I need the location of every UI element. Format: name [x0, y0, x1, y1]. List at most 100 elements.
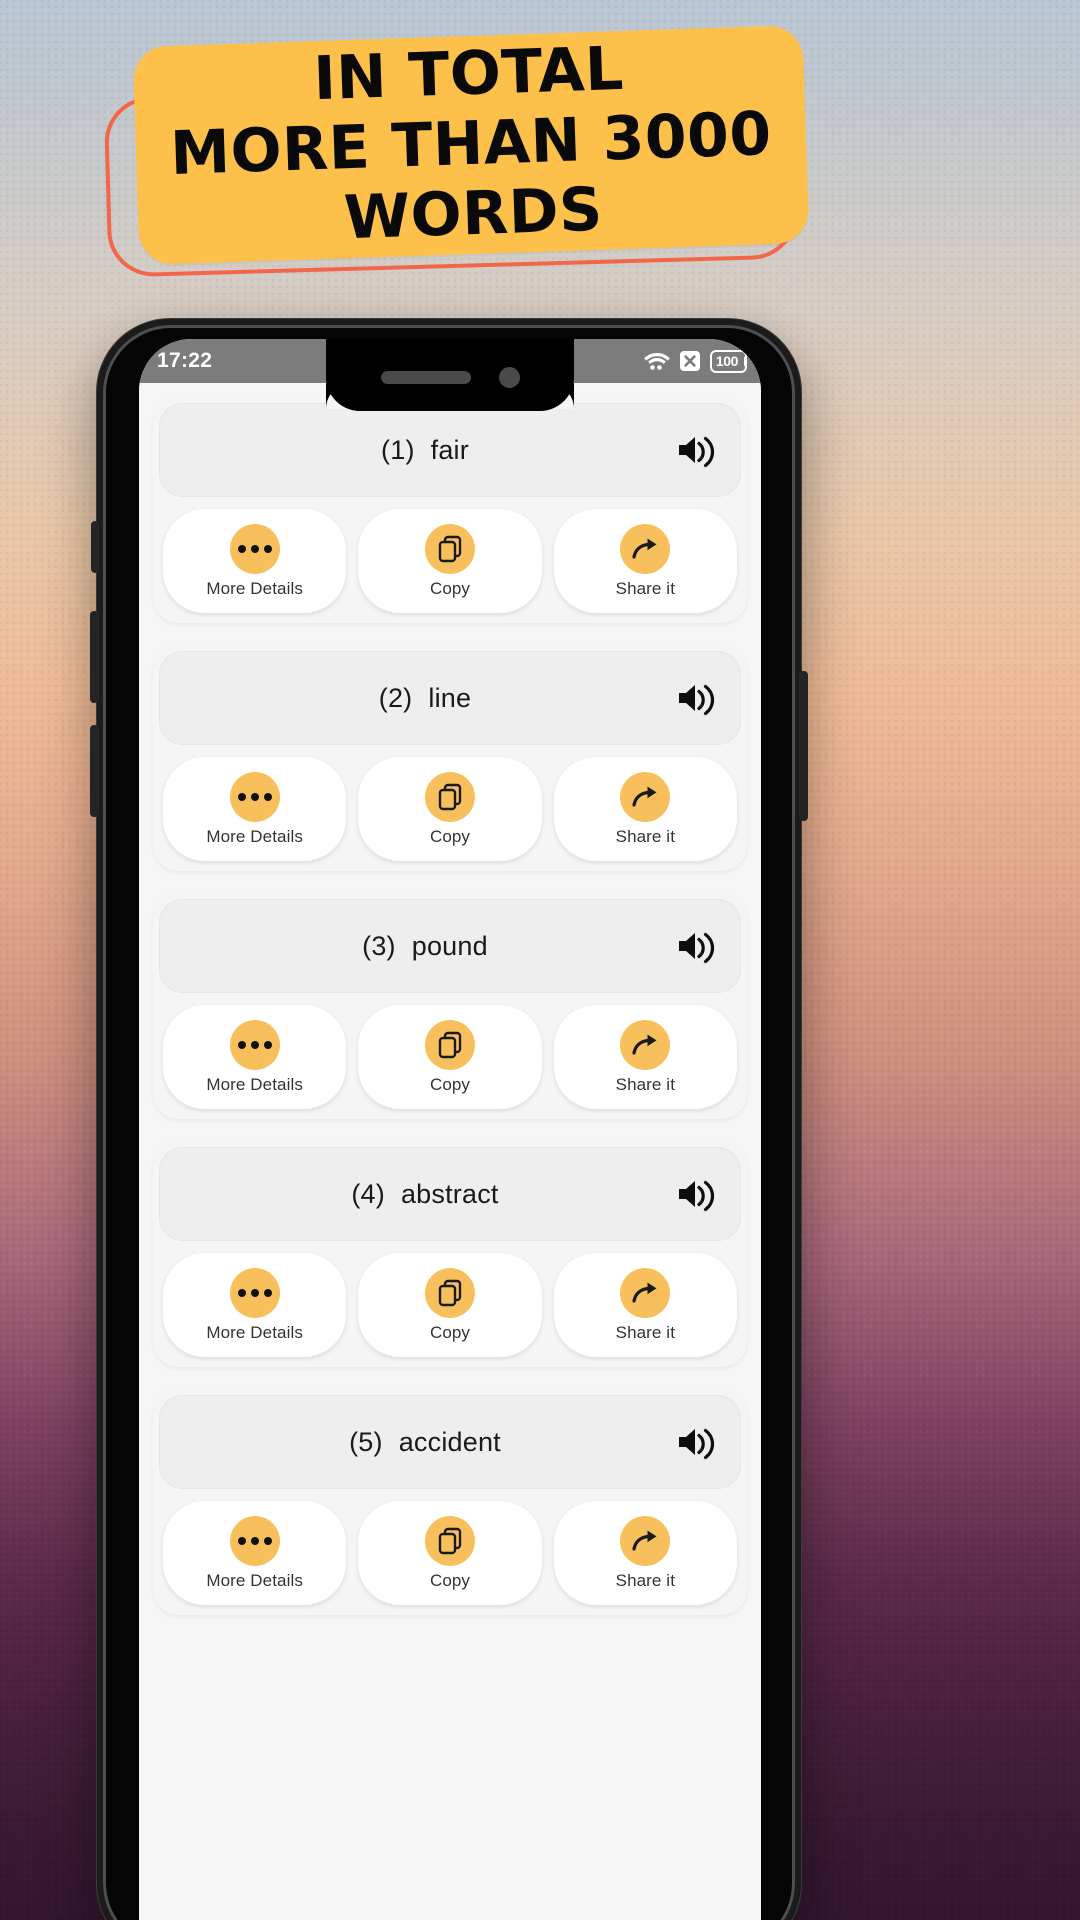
- word-text: pound: [411, 930, 488, 961]
- action-button-label: Copy: [429, 1322, 471, 1342]
- word-action-bar: More Details Copy Share it: [159, 509, 741, 613]
- action-button-copy[interactable]: Copy: [358, 757, 542, 861]
- banner-line-1: IN TOTAL: [312, 34, 625, 115]
- word-list[interactable]: (1) fair More Details Copy Share it (2) line Mo…: [139, 383, 761, 1920]
- action-button-label: More Details: [206, 578, 303, 598]
- action-button-copy[interactable]: Copy: [358, 1005, 542, 1109]
- word-row[interactable]: (4) abstract: [159, 1147, 741, 1241]
- word-card[interactable]: (5) accident More Details Copy Share it: [153, 1389, 747, 1615]
- word-label: (1) fair: [179, 435, 675, 466]
- word-row[interactable]: (3) pound: [159, 899, 741, 993]
- earpiece-speaker: [380, 370, 471, 384]
- speaker-volume-icon[interactable]: [675, 929, 715, 963]
- word-row[interactable]: (5) accident: [159, 1395, 741, 1489]
- action-button-label: Copy: [429, 578, 471, 598]
- word-index: (1): [381, 434, 415, 465]
- action-button-label: Share it: [615, 1570, 676, 1590]
- action-button-share-it[interactable]: Share it: [553, 757, 737, 861]
- more-dots-icon: [229, 771, 280, 822]
- banner-line-3: WORDS: [342, 174, 604, 254]
- word-row[interactable]: (1) fair: [159, 403, 741, 497]
- word-text: line: [428, 682, 472, 713]
- action-button-copy[interactable]: Copy: [358, 509, 542, 613]
- speaker-volume-icon[interactable]: [675, 681, 715, 715]
- more-dots-icon: [229, 523, 280, 574]
- phone-mockup: 17:22 100 (1) fair More Details Copy Sha…: [90, 318, 808, 1920]
- phone-mute-switch[interactable]: [91, 521, 99, 573]
- more-dots-icon: [229, 1515, 280, 1566]
- headline-banner: IN TOTAL MORE THAN 3000 WORDS: [100, 18, 810, 278]
- share-arrow-icon: [620, 1019, 671, 1070]
- action-button-label: Share it: [615, 1074, 676, 1094]
- speaker-volume-icon[interactable]: [675, 433, 715, 467]
- word-index: (4): [351, 1178, 385, 1209]
- copy-icon: [424, 523, 475, 574]
- word-label: (5) accident: [179, 1427, 675, 1458]
- action-button-label: Copy: [429, 1570, 471, 1590]
- sim-off-icon: [679, 350, 701, 372]
- more-dots-icon: [229, 1019, 280, 1070]
- action-button-copy[interactable]: Copy: [358, 1501, 542, 1605]
- word-action-bar: More Details Copy Share it: [159, 1005, 741, 1109]
- action-button-label: More Details: [206, 1570, 303, 1590]
- share-arrow-icon: [620, 523, 671, 574]
- word-text: fair: [430, 434, 469, 465]
- more-dots-icon: [229, 1267, 280, 1318]
- action-button-share-it[interactable]: Share it: [553, 1501, 737, 1605]
- action-button-share-it[interactable]: Share it: [553, 1005, 737, 1109]
- action-button-more-details[interactable]: More Details: [163, 1253, 347, 1357]
- action-button-copy[interactable]: Copy: [358, 1253, 542, 1357]
- battery-indicator: 100: [709, 349, 747, 373]
- action-button-more-details[interactable]: More Details: [163, 1005, 347, 1109]
- word-index: (2): [378, 682, 413, 713]
- share-arrow-icon: [620, 771, 671, 822]
- action-button-label: Copy: [429, 1074, 471, 1094]
- word-label: (4) abstract: [179, 1179, 675, 1210]
- phone-power-button[interactable]: [799, 671, 808, 821]
- share-arrow-icon: [620, 1515, 671, 1566]
- share-arrow-icon: [620, 1267, 671, 1318]
- word-label: (2) line: [179, 683, 675, 714]
- action-button-more-details[interactable]: More Details: [163, 757, 347, 861]
- copy-icon: [424, 771, 475, 822]
- action-button-more-details[interactable]: More Details: [163, 1501, 347, 1605]
- copy-icon: [424, 1515, 475, 1566]
- action-button-share-it[interactable]: Share it: [553, 1253, 737, 1357]
- phone-volume-up-button[interactable]: [90, 611, 99, 703]
- action-button-label: Share it: [615, 826, 676, 846]
- word-index: (5): [349, 1426, 383, 1457]
- word-action-bar: More Details Copy Share it: [159, 1253, 741, 1357]
- banner-line-2: MORE THAN 3000: [169, 99, 773, 190]
- action-button-more-details[interactable]: More Details: [163, 509, 347, 613]
- phone-screen: 17:22 100 (1) fair More Details Copy Sha…: [139, 339, 761, 1920]
- word-index: (3): [362, 930, 396, 961]
- word-text: abstract: [400, 1178, 499, 1209]
- action-button-label: Share it: [615, 1322, 676, 1342]
- phone-volume-down-button[interactable]: [90, 725, 99, 817]
- action-button-label: More Details: [206, 1322, 303, 1342]
- word-text: accident: [398, 1426, 501, 1457]
- word-card[interactable]: (1) fair More Details Copy Share it: [153, 397, 747, 623]
- banner-text: IN TOTAL MORE THAN 3000 WORDS: [133, 25, 810, 265]
- word-card[interactable]: (2) line More Details Copy Share it: [153, 645, 747, 871]
- word-action-bar: More Details Copy Share it: [159, 757, 741, 861]
- status-time: 17:22: [157, 349, 213, 372]
- speaker-volume-icon[interactable]: [675, 1177, 715, 1211]
- word-card[interactable]: (3) pound More Details Copy Share it: [153, 893, 747, 1119]
- front-camera: [498, 366, 520, 388]
- word-action-bar: More Details Copy Share it: [159, 1501, 741, 1605]
- action-button-label: More Details: [206, 1074, 303, 1094]
- phone-notch: [326, 339, 574, 411]
- copy-icon: [424, 1267, 475, 1318]
- speaker-volume-icon[interactable]: [675, 1425, 715, 1459]
- action-button-label: Copy: [429, 826, 471, 846]
- action-button-label: Share it: [615, 578, 676, 598]
- status-indicators: 100: [644, 349, 747, 373]
- word-card[interactable]: (4) abstract More Details Copy Share it: [153, 1141, 747, 1367]
- word-label: (3) pound: [179, 931, 675, 962]
- action-button-label: More Details: [206, 826, 303, 846]
- action-button-share-it[interactable]: Share it: [553, 509, 737, 613]
- wifi-icon: [644, 351, 670, 371]
- word-row[interactable]: (2) line: [159, 651, 741, 745]
- copy-icon: [424, 1019, 475, 1070]
